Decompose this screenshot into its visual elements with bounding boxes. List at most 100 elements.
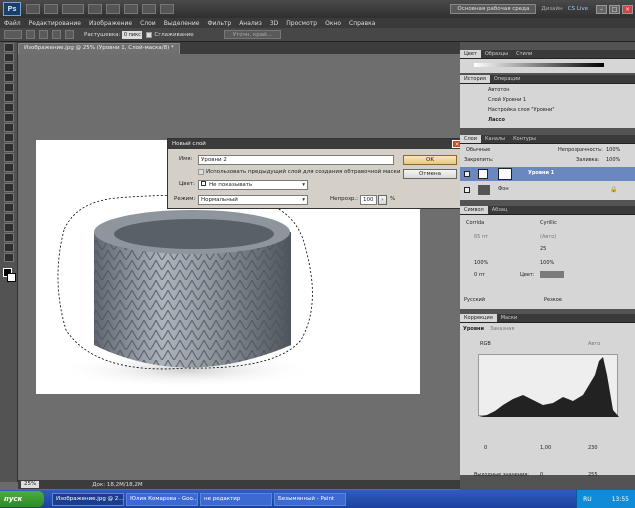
cancel-button[interactable]: Отмена (403, 169, 457, 179)
tab-swatches[interactable]: Образцы (481, 50, 512, 58)
history-item[interactable]: Автотон (460, 86, 510, 94)
tab-paragraph[interactable]: Абзац (488, 206, 512, 214)
cs-live-button[interactable]: CS Live (568, 6, 588, 12)
channel-select[interactable]: RGB (480, 340, 491, 348)
taskbar-item-paint[interactable]: Безымянный - Paint (274, 492, 346, 506)
taskbar-item-editor[interactable]: не редактир (200, 492, 272, 506)
font-style-select[interactable]: Cyrillic (540, 219, 557, 227)
history-brush-tool-icon[interactable] (4, 133, 14, 142)
menu-edit[interactable]: Редактирование (25, 20, 85, 27)
preset-select[interactable]: Заказная (490, 325, 514, 333)
zoom-tool-button[interactable] (106, 4, 120, 14)
layers-fill-value[interactable]: 100% (606, 156, 620, 164)
menu-select[interactable]: Выделение (160, 20, 204, 27)
leading-field[interactable]: (Авто) (540, 233, 556, 241)
menu-view[interactable]: Просмотр (282, 20, 321, 27)
menu-image[interactable]: Изображение (85, 20, 136, 27)
zoom-level-field[interactable]: 25% (21, 481, 40, 488)
crop-tool-icon[interactable] (4, 83, 14, 92)
menu-filter[interactable]: Фильтр (203, 20, 235, 27)
vertical-scale-field[interactable]: 100% (474, 259, 488, 267)
menu-window[interactable]: Окно (321, 20, 345, 27)
screen-mode-button[interactable] (160, 4, 174, 14)
blend-mode-dropdown[interactable]: Обычные (466, 146, 490, 154)
language-indicator[interactable]: RU (583, 496, 592, 503)
brush-tool-icon[interactable] (4, 113, 14, 122)
document-tab[interactable]: Изображение.jpg @ 25% (Уровни 1, Слой-ма… (18, 43, 180, 54)
menu-layers[interactable]: Слои (136, 20, 160, 27)
eye-icon[interactable] (464, 171, 470, 177)
auto-button[interactable]: Авто (588, 340, 600, 348)
tab-history[interactable]: История (460, 75, 490, 83)
3d-orbit-tool-icon[interactable] (4, 233, 14, 242)
selection-add-button[interactable] (39, 30, 48, 39)
input-white-value[interactable]: 230 (588, 444, 598, 452)
design-workspace-link[interactable]: Дизайн (541, 6, 562, 12)
color-slider[interactable] (474, 63, 604, 67)
selection-intersect-button[interactable] (65, 30, 74, 39)
eraser-tool-icon[interactable] (4, 143, 14, 152)
3d-rotate-tool-icon[interactable] (4, 223, 14, 232)
output-black-value[interactable]: 0 (540, 471, 543, 479)
minibridge-button[interactable] (44, 4, 58, 14)
selection-new-button[interactable] (26, 30, 35, 39)
layer-row-levels[interactable]: Уровни 1 (460, 167, 635, 181)
tab-paths[interactable]: Контуры (509, 135, 540, 143)
baseline-field[interactable]: 0 пт (474, 271, 485, 279)
type-tool-icon[interactable] (4, 193, 14, 202)
blend-mode-select[interactable]: Нормальный (198, 195, 308, 205)
menu-analysis[interactable]: Анализ (235, 20, 266, 27)
minimize-button[interactable]: – (596, 4, 607, 14)
layer-row-background[interactable]: Фон 🔒 (460, 183, 635, 197)
menu-file[interactable]: Файл (0, 20, 25, 27)
layer-mask-thumbnail[interactable] (498, 168, 512, 180)
menu-help[interactable]: Справка (345, 20, 379, 27)
pen-tool-icon[interactable] (4, 183, 14, 192)
output-white-value[interactable]: 255 (588, 471, 598, 479)
workspace-button[interactable]: Основная рабочая среда (450, 4, 537, 14)
zoom-level-button[interactable] (62, 4, 84, 14)
blur-tool-icon[interactable] (4, 163, 14, 172)
start-button[interactable]: пуск (0, 491, 44, 507)
text-color-swatch[interactable] (540, 271, 564, 278)
tab-masks[interactable]: Маски (497, 314, 521, 322)
tab-styles[interactable]: Стили (512, 50, 536, 58)
eye-icon[interactable] (464, 187, 470, 193)
font-size-field[interactable]: 65 пт (474, 233, 488, 241)
dodge-tool-icon[interactable] (4, 173, 14, 182)
tab-color[interactable]: Цвет (460, 50, 481, 58)
tab-layers[interactable]: Слои (460, 135, 481, 143)
clone-stamp-tool-icon[interactable] (4, 123, 14, 132)
feather-input[interactable]: 0 пикс (122, 30, 143, 39)
layers-opacity-value[interactable]: 100% (606, 146, 620, 154)
healing-tool-icon[interactable] (4, 103, 14, 112)
opacity-input[interactable]: 100 (360, 195, 377, 205)
tab-actions[interactable]: Операции (490, 75, 524, 83)
taskbar-item-browser[interactable]: Юлия Комарова - Goo... (126, 492, 198, 506)
hand-tool-button[interactable] (88, 4, 102, 14)
tab-channels[interactable]: Каналы (481, 135, 509, 143)
history-item[interactable]: Слой Уровни 1 (460, 96, 526, 104)
input-gamma-value[interactable]: 1,00 (540, 444, 551, 452)
gradient-tool-icon[interactable] (4, 153, 14, 162)
marquee-tool-icon[interactable] (4, 53, 14, 62)
selection-subtract-button[interactable] (52, 30, 61, 39)
tracking-field[interactable]: 25 (540, 245, 546, 253)
clipping-mask-checkbox[interactable] (198, 169, 204, 175)
language-select[interactable]: Русский (464, 296, 485, 304)
taskbar-item-photoshop[interactable]: Изображение.jpg @ 2... (52, 492, 124, 506)
input-black-value[interactable]: 0 (484, 444, 487, 452)
refine-edge-button[interactable]: Уточн. край... (223, 30, 281, 39)
tab-character[interactable]: Символ (460, 206, 488, 214)
close-window-button[interactable]: × (622, 4, 633, 14)
move-tool-icon[interactable] (4, 43, 14, 52)
color-select[interactable]: Не показывать (198, 180, 308, 190)
zoom-tool-icon[interactable] (4, 253, 14, 262)
eyedropper-tool-icon[interactable] (4, 93, 14, 102)
lasso-preset-picker[interactable] (4, 30, 22, 39)
ok-button[interactable]: OK (403, 155, 457, 165)
opacity-stepper[interactable]: › (378, 195, 387, 205)
lasso-tool-icon[interactable] (4, 63, 14, 72)
maximize-button[interactable]: □ (609, 4, 620, 14)
tab-adjustments[interactable]: Коррекция (460, 314, 497, 322)
